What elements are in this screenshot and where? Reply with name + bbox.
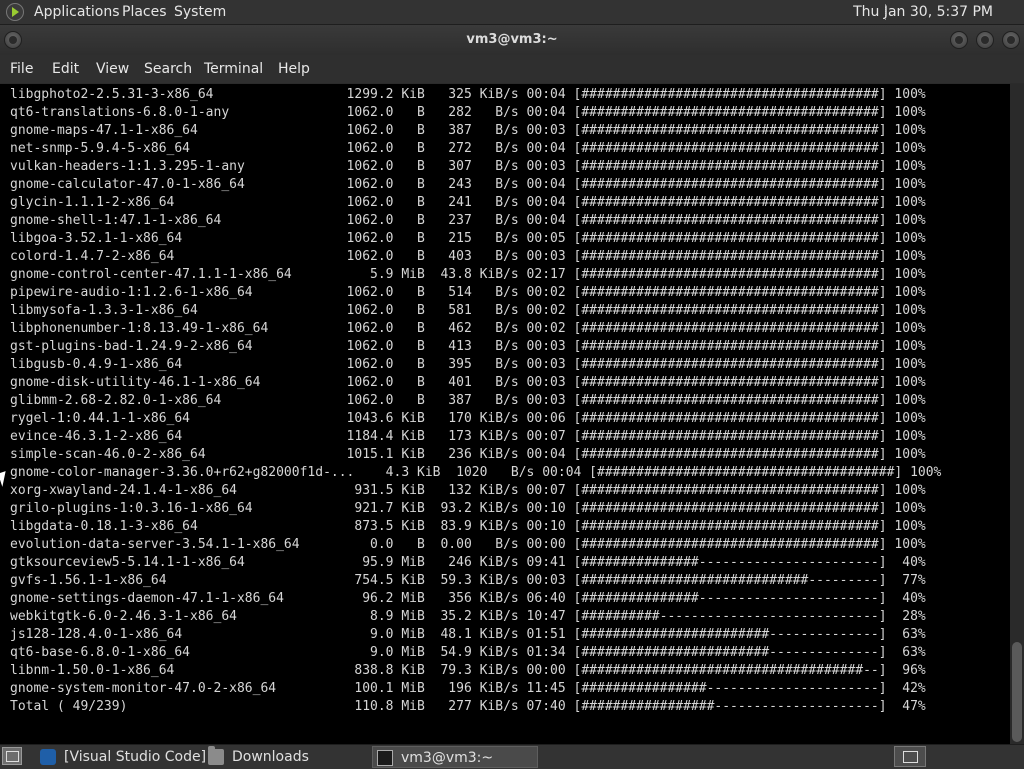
distro-logo-icon[interactable] xyxy=(6,3,24,21)
vscode-icon xyxy=(40,749,56,765)
minimize-icon[interactable] xyxy=(950,31,968,49)
terminal-line: gnome-control-center-47.1.1-1-x86_64 5.9… xyxy=(10,267,926,282)
terminal-line: webkitgtk-6.0-2.46.3-1-x86_64 8.9 MiB 35… xyxy=(10,609,926,624)
terminal-line: grilo-plugins-1:0.3.16-1-x86_64 921.7 Ki… xyxy=(10,501,926,516)
menu-edit[interactable]: Edit xyxy=(52,55,79,83)
terminal-icon xyxy=(377,750,393,766)
terminal-line: qt6-translations-6.8.0-1-any 1062.0 B 28… xyxy=(10,105,926,120)
task-downloads[interactable]: Downloads xyxy=(204,746,366,768)
places-menu[interactable]: Places xyxy=(122,0,167,24)
terminal-line: gnome-settings-daemon-47.1-1-x86_64 96.2… xyxy=(10,591,926,606)
task-vscode[interactable]: [Visual Studio Code] xyxy=(36,746,206,768)
terminal-line: qt6-base-6.8.0-1-x86_64 9.0 MiB 54.9 KiB… xyxy=(10,645,926,660)
terminal-line: glycin-1.1.1-2-x86_64 1062.0 B 241 B/s 0… xyxy=(10,195,926,210)
terminal-line: gst-plugins-bad-1.24.9-2-x86_64 1062.0 B… xyxy=(10,339,926,354)
terminal-line: libnm-1.50.0-1-x86_64 838.8 KiB 79.3 KiB… xyxy=(10,663,926,678)
terminal-line: evolution-data-server-3.54.1-1-x86_64 0.… xyxy=(10,537,926,552)
terminal-line: rygel-1:0.44.1-1-x86_64 1043.6 KiB 170 K… xyxy=(10,411,926,426)
applications-menu[interactable]: Applications xyxy=(34,0,120,24)
terminal-line: simple-scan-46.0-2-x86_64 1015.1 KiB 236… xyxy=(10,447,926,462)
clock[interactable]: Thu Jan 30, 5:37 PM xyxy=(853,0,993,24)
terminal-line: colord-1.4.7-2-x86_64 1062.0 B 403 B/s 0… xyxy=(10,249,926,264)
menu-view[interactable]: View xyxy=(96,55,129,83)
terminal-line: libmysofa-1.3.3-1-x86_64 1062.0 B 581 B/… xyxy=(10,303,926,318)
terminal-line: net-snmp-5.9.4-5-x86_64 1062.0 B 272 B/s… xyxy=(10,141,926,156)
terminal-line: gnome-disk-utility-46.1-1-x86_64 1062.0 … xyxy=(10,375,926,390)
menu-terminal[interactable]: Terminal xyxy=(204,55,263,83)
workspace-switcher[interactable] xyxy=(894,746,926,767)
terminal-line: glibmm-2.68-2.82.0-1-x86_64 1062.0 B 387… xyxy=(10,393,926,408)
terminal-line: gnome-system-monitor-47.0-2-x86_64 100.1… xyxy=(10,681,926,696)
terminal-scrollbar[interactable] xyxy=(1010,84,1024,744)
terminal-line: pipewire-audio-1:1.2.6-1-x86_64 1062.0 B… xyxy=(10,285,926,300)
menubar: File Edit View Search Terminal Help xyxy=(0,55,1024,83)
terminal-line: gnome-maps-47.1-1-x86_64 1062.0 B 387 B/… xyxy=(10,123,926,138)
bottom-taskbar: [Visual Studio Code] Downloads vm3@vm3:~ xyxy=(0,744,1024,769)
task-label: vm3@vm3:~ xyxy=(401,750,494,766)
show-desktop-icon[interactable] xyxy=(2,747,22,765)
terminal-line: js128-128.4.0-1-x86_64 9.0 MiB 48.1 KiB/… xyxy=(10,627,926,642)
terminal-output[interactable]: libgphoto2-2.5.31-3-x86_64 1299.2 KiB 32… xyxy=(0,84,1010,744)
terminal-line: libgdata-0.18.1-3-x86_64 873.5 KiB 83.9 … xyxy=(10,519,926,534)
terminal-line: evince-46.3.1-2-x86_64 1184.4 KiB 173 Ki… xyxy=(10,429,926,444)
terminal-line: xorg-xwayland-24.1.4-1-x86_64 931.5 KiB … xyxy=(10,483,926,498)
terminal-line: libgphoto2-2.5.31-3-x86_64 1299.2 KiB 32… xyxy=(10,87,926,102)
menu-help[interactable]: Help xyxy=(278,55,310,83)
task-terminal[interactable]: vm3@vm3:~ xyxy=(372,746,538,768)
task-label: [Visual Studio Code] xyxy=(64,749,207,765)
window-title: vm3@vm3:~ xyxy=(466,32,558,47)
terminal-line: vulkan-headers-1:1.3.295-1-any 1062.0 B … xyxy=(10,159,926,174)
terminal-line: gtksourceview5-5.14.1-1-x86_64 95.9 MiB … xyxy=(10,555,926,570)
folder-icon xyxy=(208,746,224,765)
close-icon[interactable] xyxy=(1002,31,1020,49)
system-menu[interactable]: System xyxy=(174,0,226,24)
window-titlebar[interactable]: vm3@vm3:~ xyxy=(0,25,1024,55)
terminal-line: libgusb-0.4.9-1-x86_64 1062.0 B 395 B/s … xyxy=(10,357,926,372)
terminal-line: gnome-color-manager-3.36.0+r62+g82000f1d… xyxy=(10,465,942,480)
terminal-line: libgoa-3.52.1-1-x86_64 1062.0 B 215 B/s … xyxy=(10,231,926,246)
task-label: Downloads xyxy=(232,749,309,765)
top-panel: Applications Places System Thu Jan 30, 5… xyxy=(0,0,1024,25)
terminal-line: gvfs-1.56.1-1-x86_64 754.5 KiB 59.3 KiB/… xyxy=(10,573,926,588)
mouse-pointer-icon xyxy=(0,471,10,487)
terminal-line: gnome-shell-1:47.1-1-x86_64 1062.0 B 237… xyxy=(10,213,926,228)
menu-search[interactable]: Search xyxy=(144,55,192,83)
scrollbar-thumb[interactable] xyxy=(1012,642,1022,742)
terminal-line: gnome-calculator-47.0-1-x86_64 1062.0 B … xyxy=(10,177,926,192)
maximize-icon[interactable] xyxy=(976,31,994,49)
terminal-line: libphonenumber-1:8.13.49-1-x86_64 1062.0… xyxy=(10,321,926,336)
terminal-line: Total ( 49/239) 110.8 MiB 277 KiB/s 07:4… xyxy=(10,699,926,714)
menu-file[interactable]: File xyxy=(10,55,33,83)
